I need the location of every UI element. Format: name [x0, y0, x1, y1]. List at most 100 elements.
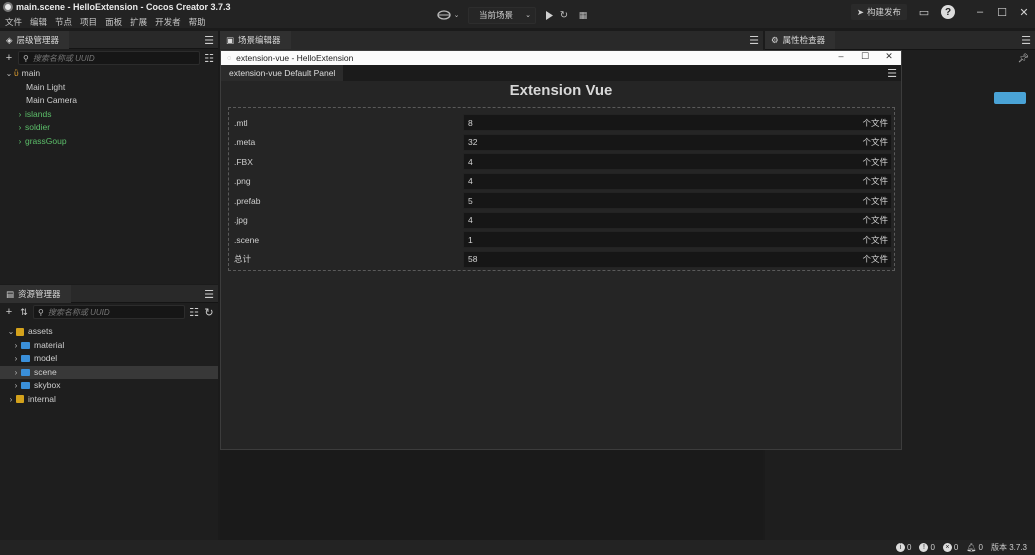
database-icon: [16, 327, 24, 336]
tree-item-soldier[interactable]: › soldier: [0, 121, 218, 135]
tree-item-grassgoup[interactable]: › grassGoup: [0, 135, 218, 149]
minimize-button[interactable]: –: [969, 6, 991, 18]
maximize-button[interactable]: ☐: [991, 6, 1013, 19]
asset-item-label: internal: [28, 393, 56, 404]
error-count[interactable]: × 0: [942, 543, 958, 552]
hierarchy-search-input[interactable]: ⚲ 搜索名称或 UUID: [18, 51, 200, 65]
asset-item-skybox[interactable]: › skybox: [0, 379, 218, 393]
file-total-field: 58 个文件: [463, 250, 892, 268]
collapse-all-icon[interactable]: ☷: [203, 52, 215, 65]
scene-select[interactable]: 当前场景 ⌄: [468, 6, 536, 24]
menu-extension[interactable]: 扩展: [130, 16, 147, 28]
bell-icon: 🔔︎: [966, 543, 977, 552]
open-folder-button[interactable]: [994, 92, 1026, 104]
assets-menu-icon[interactable]: ☰: [204, 288, 214, 301]
file-total-label: 总计: [234, 254, 252, 265]
asset-item-scene[interactable]: › scene: [0, 365, 218, 380]
scene-icon: ὓ: [14, 68, 19, 78]
tab-hierarchy[interactable]: ◈ 层级管理器: [0, 31, 70, 49]
tree-item-islands[interactable]: › islands: [0, 108, 218, 122]
pin-icon[interactable]: 📌︎: [1018, 53, 1029, 64]
tab-assets[interactable]: ▤ 资源管理器: [0, 285, 71, 303]
asset-item-internal[interactable]: › internal: [0, 393, 218, 407]
asset-item-assets[interactable]: ⌄ assets: [0, 325, 218, 339]
menu-edit[interactable]: 编辑: [30, 16, 47, 28]
sort-icon[interactable]: ⇅: [18, 307, 30, 318]
chevron-down-icon: ⌄: [525, 12, 531, 19]
tree-item-label: soldier: [25, 122, 51, 132]
menu-panel[interactable]: 面板: [105, 16, 122, 28]
file-ext-label: .FBX: [234, 156, 253, 167]
qr-code-button[interactable]: ▦: [572, 6, 594, 24]
file-count-row: .prefab 5 个文件: [232, 191, 892, 211]
asset-item-label: scene: [34, 366, 57, 377]
chevron-right-icon[interactable]: ›: [11, 366, 21, 380]
tab-hierarchy-label: 层级管理器: [16, 35, 60, 45]
tree-item-main-camera[interactable]: Main Camera: [0, 94, 218, 108]
tree-item-label: main: [21, 68, 41, 78]
dialog-tab-bar: extension-vue Default Panel ☰: [221, 65, 901, 81]
file-count-field: 4 个文件: [463, 172, 892, 190]
menu-node[interactable]: 节点: [55, 16, 72, 28]
collapse-all-icon[interactable]: ☷: [188, 306, 200, 319]
menu-file[interactable]: 文件: [5, 16, 22, 28]
open-folder-button[interactable]: ▭: [913, 6, 935, 19]
file-count-field: 5 个文件: [463, 192, 892, 210]
tab-scene-editor[interactable]: ▣ 场景编辑器: [220, 31, 291, 49]
refresh-button[interactable]: ↻: [556, 6, 572, 24]
chevron-right-icon[interactable]: ›: [11, 379, 21, 393]
dialog-minimize-button[interactable]: –: [829, 51, 853, 62]
file-count-field: 1 个文件: [463, 231, 892, 249]
add-node-icon[interactable]: +: [3, 52, 15, 64]
dialog-maximize-button[interactable]: ☐: [853, 51, 877, 62]
chevron-right-icon[interactable]: ›: [11, 339, 21, 353]
tree-item-main-light[interactable]: Main Light: [0, 81, 218, 95]
tree-item-main[interactable]: ⌄ ὓ main: [0, 67, 218, 81]
menu-project[interactable]: 项目: [80, 16, 97, 28]
tab-extension-vue-default-panel[interactable]: extension-vue Default Panel: [221, 65, 344, 81]
info-count[interactable]: i0: [896, 543, 911, 552]
chevron-right-icon[interactable]: ›: [6, 393, 16, 407]
tree-item-label: grassGoup: [25, 135, 67, 146]
layers-icon: ◈: [6, 34, 13, 45]
chevron-right-icon[interactable]: ›: [11, 352, 21, 366]
preview-platform-button[interactable]: ⌄: [434, 6, 462, 24]
file-count-value: 1: [468, 234, 473, 245]
file-count-value: 32: [468, 137, 478, 148]
inspector-menu-icon[interactable]: ☰: [1021, 34, 1031, 47]
warning-count[interactable]: ! 0: [919, 543, 935, 552]
assets-search-input[interactable]: ⚲ 搜索名称或 UUID: [33, 305, 185, 319]
tab-inspector[interactable]: ⚙ 属性检查器: [765, 31, 836, 49]
file-count-unit: 个文件: [862, 195, 888, 206]
chevron-down-icon[interactable]: ⌄: [6, 325, 16, 339]
file-count-table: .mtl 8 个文件 .meta 32 个文件 .FBX 4 个文件 .png …: [228, 107, 895, 271]
folder-icon: [21, 355, 30, 363]
play-button[interactable]: [542, 6, 556, 24]
chevron-right-icon[interactable]: ›: [15, 108, 25, 122]
hierarchy-menu-icon[interactable]: ☰: [204, 34, 214, 47]
chevron-right-icon[interactable]: ›: [15, 121, 25, 135]
asset-item-material[interactable]: › material: [0, 339, 218, 353]
add-asset-icon[interactable]: +: [3, 306, 15, 318]
close-button[interactable]: ✕: [1013, 6, 1035, 19]
chevron-down-icon[interactable]: ⌄: [4, 67, 14, 81]
tree-item-label: Main Camera: [26, 95, 78, 105]
chevron-right-icon[interactable]: ›: [15, 135, 25, 149]
scene-viewport[interactable]: [220, 450, 763, 540]
database-icon: [16, 395, 24, 404]
menu-help[interactable]: 帮助: [189, 16, 206, 28]
dialog-menu-icon[interactable]: ☰: [887, 67, 897, 80]
scene-editor-menu-icon[interactable]: ☰: [749, 34, 759, 47]
dialog-title-bar: ◌ extension-vue - HelloExtension – ☐ ✕: [221, 51, 901, 65]
menu-developer[interactable]: 开发者: [155, 16, 181, 28]
asset-item-model[interactable]: › model: [0, 352, 218, 366]
refresh-icon[interactable]: ↻: [203, 306, 215, 319]
file-count-unit: 个文件: [862, 156, 888, 167]
build-button[interactable]: ➤ 构建发布: [850, 4, 907, 20]
file-count-row: .meta 32 个文件: [232, 133, 892, 153]
dialog-close-button[interactable]: ✕: [877, 51, 901, 62]
play-icon: [545, 10, 553, 20]
help-icon[interactable]: ?: [941, 5, 955, 19]
notification-count[interactable]: 🔔︎ 0: [966, 543, 983, 552]
cocos-logo-icon: [3, 2, 13, 12]
